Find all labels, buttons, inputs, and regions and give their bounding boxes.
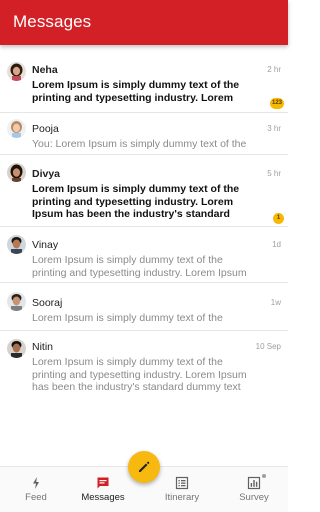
message-row-divya[interactable]: Divya 5 hr Lorem Ipsum is simply dummy t…	[0, 155, 288, 227]
sender-name: Pooja	[32, 123, 59, 135]
message-preview: Lorem Ipsum is simply dummy text of the	[32, 312, 223, 324]
tab-survey[interactable]: Survey	[218, 467, 290, 512]
message-time: 1w	[270, 298, 281, 307]
messages-icon	[97, 477, 109, 489]
message-preview: Lorem Ipsum is simply dummy text of the …	[32, 183, 240, 221]
avatar	[7, 292, 26, 311]
sender-name: Vinay	[32, 239, 59, 251]
tab-messages-label: Messages	[81, 492, 125, 503]
message-time: 2 hr	[267, 65, 281, 74]
pencil-icon	[139, 461, 150, 472]
avatar	[7, 119, 26, 138]
page-title: Messages	[13, 12, 92, 31]
message-row-vinay[interactable]: Vinay 1d Lorem Ipsum is simply dummy tex…	[0, 227, 288, 283]
tab-itinerary-label: Itinerary	[164, 492, 200, 503]
message-preview: Lorem Ipsum is simply dummy text of the …	[32, 356, 247, 393]
survey-chart-icon	[247, 476, 261, 490]
avatar	[7, 62, 26, 81]
sender-name: Sooraj	[32, 297, 63, 309]
message-row-neha[interactable]: Neha 2 hr Lorem Ipsum is simply dummy te…	[0, 59, 288, 112]
tab-survey-label: Survey	[239, 492, 269, 503]
message-row-nitin[interactable]: Nitin 10 Sep Lorem Ipsum is simply dummy…	[0, 331, 288, 403]
message-list[interactable]: Neha 2 hr Lorem Ipsum is simply dummy te…	[0, 45, 288, 466]
unread-badge: 1	[273, 213, 284, 224]
avatar	[7, 163, 26, 182]
sender-name: Nitin	[32, 341, 54, 353]
sender-name: Neha	[32, 64, 58, 76]
message-time: 5 hr	[267, 169, 281, 178]
app-bar: Messages	[0, 0, 288, 45]
tab-messages[interactable]: Messages	[67, 467, 139, 512]
message-preview: Lorem Ipsum is simply dummy text of the …	[32, 79, 240, 105]
message-row-sooraj[interactable]: Sooraj 1w Lorem Ipsum is simply dummy te…	[0, 283, 288, 331]
message-time: 3 hr	[267, 124, 281, 133]
message-preview: Lorem Ipsum is simply dummy text of the …	[32, 254, 247, 279]
notification-dot	[262, 474, 266, 478]
unread-badge: 123	[269, 98, 284, 109]
itinerary-icon	[175, 476, 189, 490]
message-time: 1d	[272, 240, 281, 249]
tab-feed[interactable]: Feed	[0, 467, 72, 512]
sender-name: Divya	[32, 168, 61, 180]
feed-icon	[33, 477, 39, 489]
tab-feed-label: Feed	[25, 492, 47, 503]
message-time: 10 Sep	[255, 342, 281, 351]
compose-button[interactable]	[128, 451, 160, 483]
message-row-pooja[interactable]: Pooja 3 hr You: Lorem Ipsum is simply du…	[0, 112, 288, 155]
avatar	[7, 235, 26, 254]
avatar	[7, 339, 26, 358]
message-preview: You: Lorem Ipsum is simply dummy text of…	[32, 138, 247, 150]
